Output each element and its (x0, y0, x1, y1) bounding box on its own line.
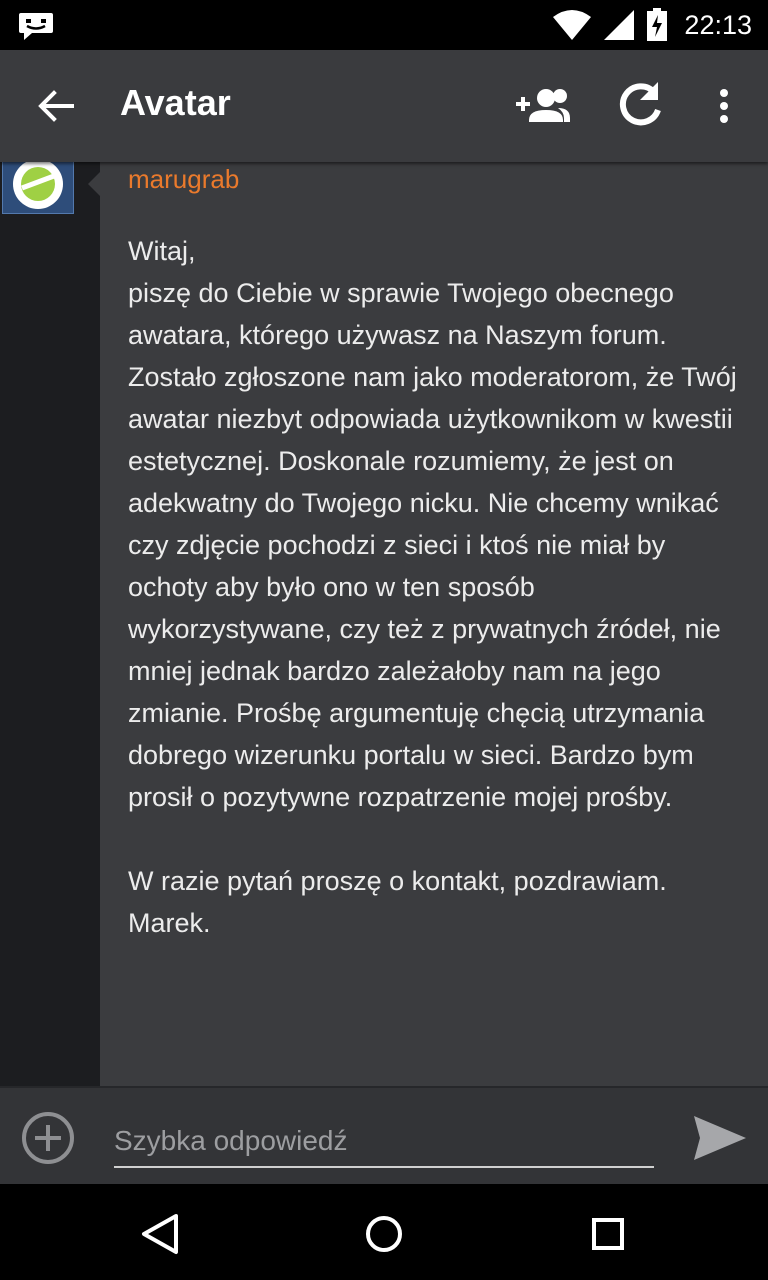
message-author[interactable]: marugrab (128, 164, 239, 195)
message-body: Witaj, piszę do Ciebie w sprawie Twojego… (128, 236, 737, 938)
message-thread: marugrab Witaj, piszę do Ciebie w sprawi… (0, 162, 768, 1086)
avatar[interactable] (2, 162, 74, 214)
quick-reply-input[interactable] (114, 1116, 654, 1168)
reply-bar (0, 1086, 768, 1184)
nav-back-icon[interactable] (136, 1210, 184, 1258)
back-arrow-icon[interactable] (34, 84, 78, 128)
add-user-icon[interactable] (514, 78, 570, 134)
navigation-bar (0, 1184, 768, 1280)
app-bar: Avatar (0, 50, 768, 162)
nav-home-icon[interactable] (360, 1210, 408, 1258)
send-icon[interactable] (690, 1112, 748, 1164)
avatar-column (0, 162, 100, 1086)
bubble-tail (88, 172, 100, 196)
message-bubble: marugrab Witaj, piszę do Ciebie w sprawi… (100, 162, 768, 1086)
nav-recents-icon[interactable] (584, 1210, 632, 1258)
chat-notification-icon (19, 13, 53, 40)
battery-charging-icon (647, 8, 668, 41)
android-avatar-icon (13, 162, 63, 209)
refresh-icon[interactable] (612, 78, 668, 134)
status-time: 22:13 (684, 9, 752, 40)
status-bar: 22:13 (0, 0, 768, 50)
signal-icon (604, 10, 635, 40)
page-title: Avatar (120, 82, 231, 123)
more-vert-icon[interactable] (706, 78, 742, 134)
wifi-icon (553, 10, 592, 40)
add-circle-icon[interactable] (20, 1110, 76, 1166)
